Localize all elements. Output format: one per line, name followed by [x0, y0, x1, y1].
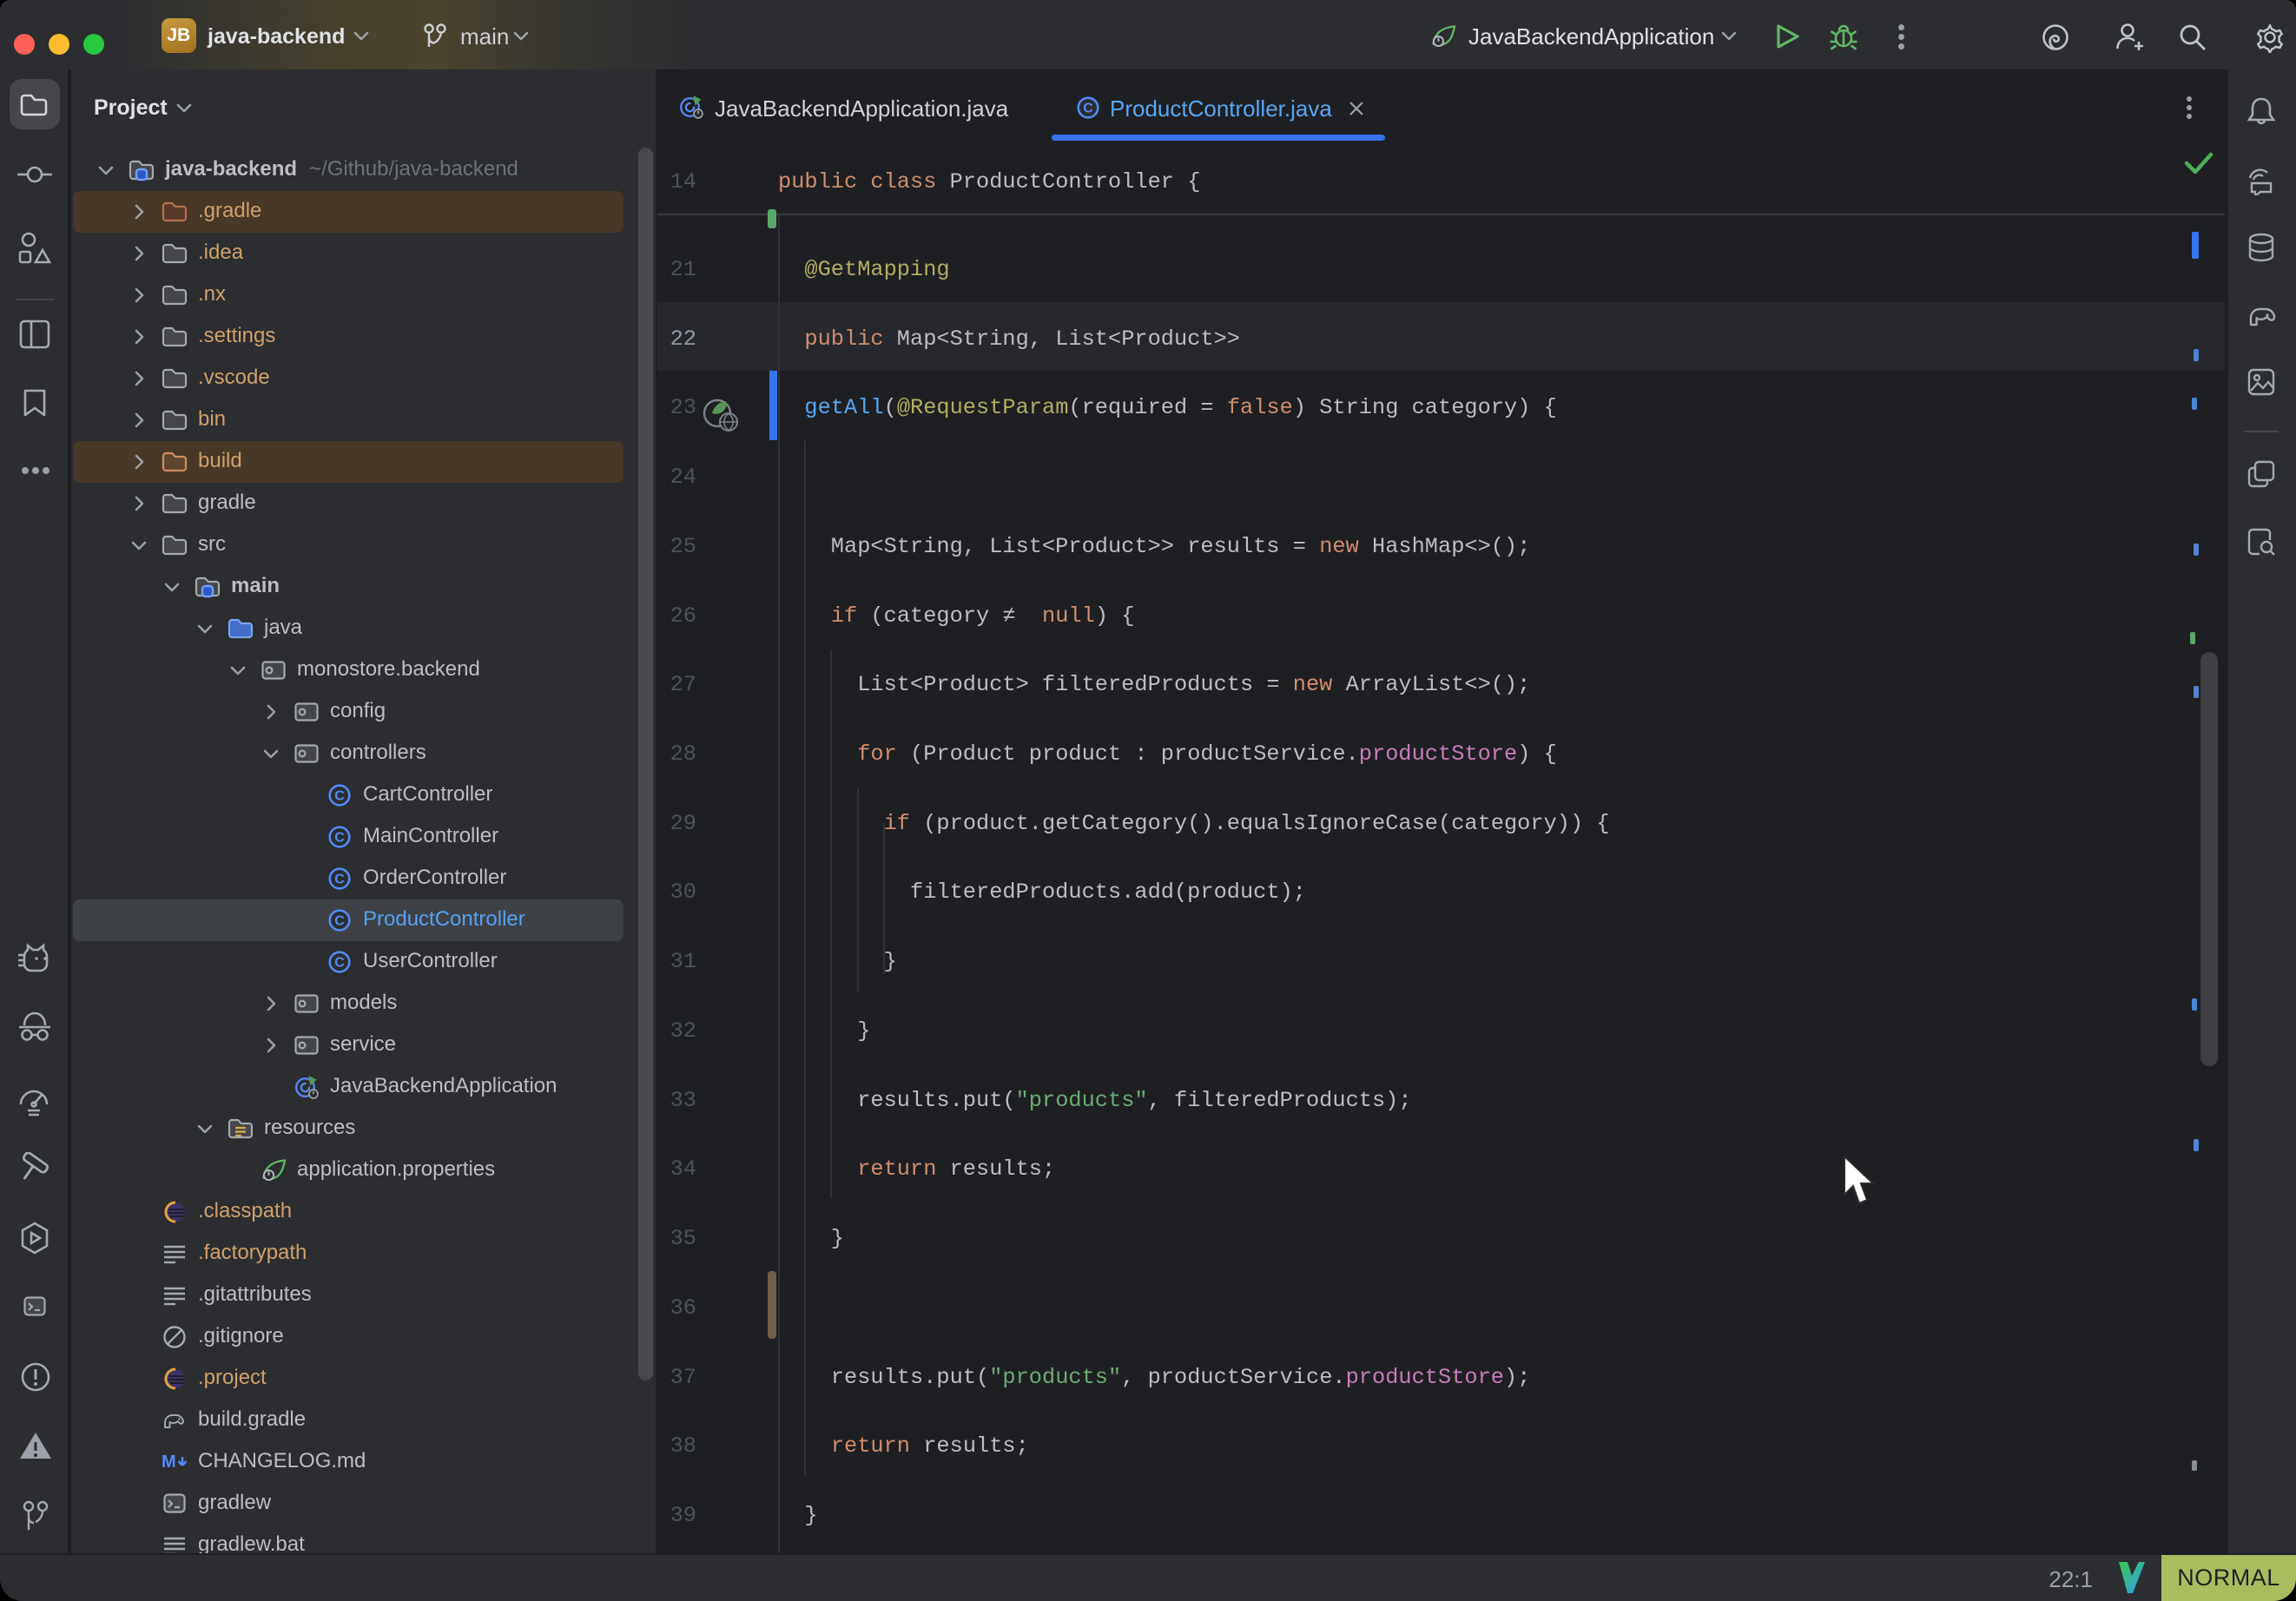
svg-text:C: C	[1083, 102, 1093, 116]
svg-text:C: C	[334, 789, 345, 804]
svg-text:C: C	[334, 914, 345, 929]
svg-text:C: C	[334, 873, 345, 887]
svg-text:C: C	[334, 831, 345, 846]
svg-text:M: M	[162, 1453, 176, 1472]
svg-text:C: C	[334, 956, 345, 971]
